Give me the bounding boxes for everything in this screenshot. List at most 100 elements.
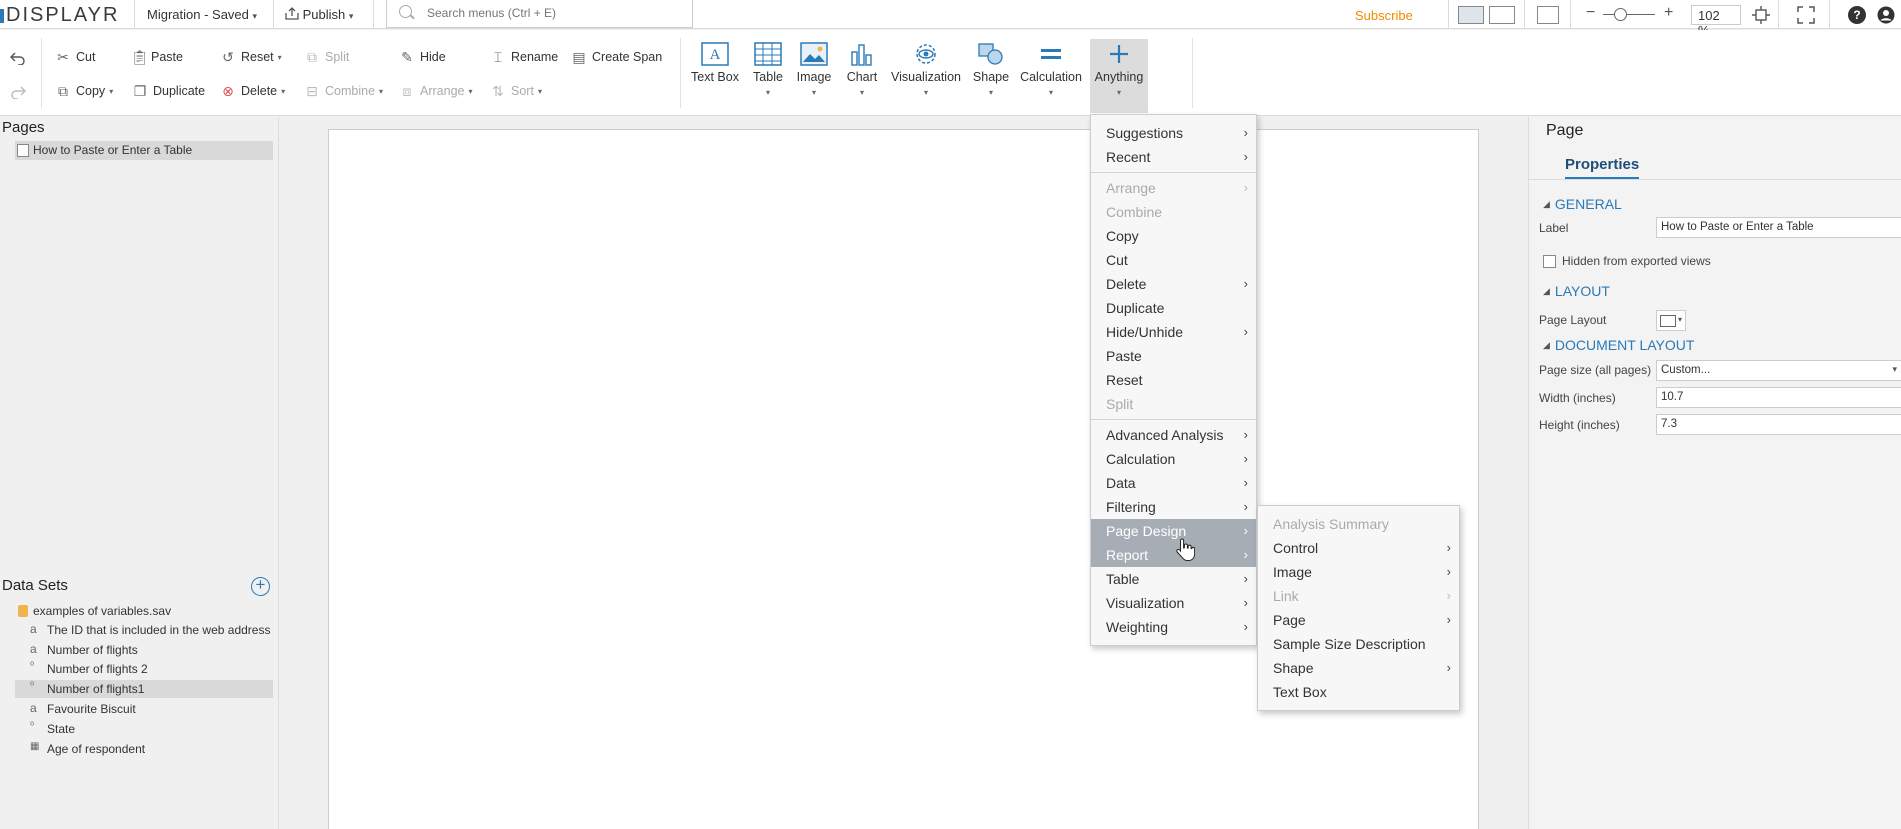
page-view-icon[interactable] <box>1489 6 1515 24</box>
chevron-down-icon: ▾ <box>468 86 473 96</box>
insert-visualization-button[interactable]: Visualization ▾ <box>887 42 965 108</box>
reset-button[interactable]: ↺ Reset ▾ <box>221 50 282 64</box>
subscribe-link[interactable]: Subscribe <box>1355 8 1413 23</box>
page-layout-picker[interactable]: ▾ <box>1656 310 1686 331</box>
rename-button[interactable]: ⌶ Rename <box>491 50 558 64</box>
menu-item-duplicate[interactable]: Duplicate <box>1091 296 1256 320</box>
menu-item-combine[interactable]: Combine <box>1091 200 1256 224</box>
insert-anything-button[interactable]: Anything ▾ <box>1090 39 1148 113</box>
undo-icon[interactable] <box>10 51 26 65</box>
combine-button[interactable]: ⊟ Combine ▾ <box>305 84 383 98</box>
fullscreen-icon[interactable] <box>1797 6 1815 24</box>
general-section-header[interactable]: GENERAL <box>1543 196 1622 212</box>
add-dataset-icon[interactable]: + <box>251 576 270 596</box>
menu-item-visualization[interactable]: Visualization › <box>1091 591 1256 615</box>
menu-item-table[interactable]: Table › <box>1091 567 1256 591</box>
chart-label: Chart <box>846 70 878 84</box>
menu-item-analysis-summary[interactable]: Analysis Summary <box>1258 512 1459 536</box>
zoom-out-icon[interactable]: − <box>1586 4 1595 22</box>
variable-row[interactable]: a Number of flights <box>15 641 273 659</box>
menu-item-data[interactable]: Data › <box>1091 471 1256 495</box>
variable-row[interactable]: ⁰ State <box>15 720 273 738</box>
document-status-dropdown[interactable]: Migration - Saved ▾ <box>147 7 257 22</box>
publish-button[interactable]: Publish ▾ <box>285 7 353 22</box>
menu-item-image[interactable]: Image › <box>1258 560 1459 584</box>
menu-item-suggestions[interactable]: Suggestions › <box>1091 121 1256 145</box>
menu-item-label: Sample Size Description <box>1273 636 1426 652</box>
dataset-file[interactable]: examples of variables.sav <box>15 602 273 620</box>
menu-item-advanced-analysis[interactable]: Advanced Analysis › <box>1091 423 1256 447</box>
menu-item-split[interactable]: Split <box>1091 392 1256 416</box>
menu-item-page-design[interactable]: Page Design › <box>1091 519 1256 543</box>
insert-shape-button[interactable]: Shape ▾ <box>961 42 1021 108</box>
menu-item-control[interactable]: Control › <box>1258 536 1459 560</box>
page-size-select[interactable]: Custom... ▾ <box>1656 360 1901 381</box>
menu-item-label: Hide/Unhide <box>1106 324 1184 340</box>
sort-button[interactable]: ⇅ Sort ▾ <box>491 84 542 98</box>
menu-item-delete[interactable]: Delete › <box>1091 272 1256 296</box>
copy-button[interactable]: ⧉ Copy ▾ <box>56 84 113 98</box>
zoom-value[interactable]: 102 % <box>1691 5 1741 38</box>
create-span-button[interactable]: ▤ Create Span <box>572 50 662 64</box>
menu-item-paste[interactable]: Paste <box>1091 344 1256 368</box>
logo-mark <box>0 9 4 23</box>
menu-item-cut[interactable]: Cut <box>1091 248 1256 272</box>
variable-row[interactable]: a The ID that is included in the web add… <box>15 621 273 639</box>
split-button[interactable]: ⧉ Split <box>305 50 349 64</box>
text-box-label: Text Box <box>691 70 739 84</box>
menu-item-copy[interactable]: Copy <box>1091 224 1256 248</box>
layout-section-header[interactable]: LAYOUT <box>1543 283 1610 299</box>
chevron-right-icon: › <box>1243 180 1248 195</box>
menu-item-filtering[interactable]: Filtering › <box>1091 495 1256 519</box>
variable-row-selected[interactable]: ⁰ Number of flights1 <box>15 680 273 698</box>
divider <box>134 0 135 29</box>
menu-item-shape[interactable]: Shape › <box>1258 656 1459 680</box>
variable-row[interactable]: ⁰ Number of flights 2 <box>15 660 273 678</box>
arrange-button[interactable]: ⧈ Arrange ▾ <box>400 84 473 98</box>
menu-item-sample-size-description[interactable]: Sample Size Description <box>1258 632 1459 656</box>
search-input[interactable] <box>427 6 677 20</box>
cut-button[interactable]: ✂ Cut <box>56 50 95 64</box>
page-canvas[interactable] <box>328 129 1479 829</box>
zoom-in-icon[interactable]: + <box>1664 4 1673 22</box>
insert-calculation-button[interactable]: Calculation ▾ <box>1016 42 1086 108</box>
chevron-down-icon: ▾ <box>109 86 114 96</box>
menu-item-link[interactable]: Link › <box>1258 584 1459 608</box>
zoom-slider-handle[interactable] <box>1614 8 1627 21</box>
insert-chart-button[interactable]: Chart ▾ <box>832 42 892 108</box>
menu-item-text-box[interactable]: Text Box <box>1258 680 1459 704</box>
full-page-icon[interactable] <box>1537 6 1559 24</box>
hide-button[interactable]: ✎ Hide <box>400 50 446 64</box>
menu-item-arrange[interactable]: Arrange › <box>1091 176 1256 200</box>
menu-separator <box>1091 172 1256 173</box>
menu-item-hide-unhide[interactable]: Hide/Unhide › <box>1091 320 1256 344</box>
chevron-right-icon: › <box>1243 499 1248 514</box>
menu-item-calculation[interactable]: Calculation › <box>1091 447 1256 471</box>
insert-text-box-button[interactable]: A Text Box <box>685 42 745 108</box>
page-item[interactable]: How to Paste or Enter a Table <box>15 141 273 160</box>
zoom-slider-track[interactable] <box>1603 14 1655 15</box>
menu-item-page[interactable]: Page › <box>1258 608 1459 632</box>
tab-properties[interactable]: Properties <box>1565 156 1640 180</box>
menu-item-report[interactable]: Report › <box>1091 543 1256 567</box>
menu-item-weighting[interactable]: Weighting › <box>1091 615 1256 639</box>
menu-item-reset[interactable]: Reset <box>1091 368 1256 392</box>
label-input[interactable]: How to Paste or Enter a Table <box>1656 217 1901 238</box>
hidden-from-export-checkbox[interactable]: Hidden from exported views <box>1543 254 1711 268</box>
height-input[interactable]: 7.3 <box>1656 414 1901 435</box>
split-view-icon[interactable] <box>1458 6 1484 24</box>
paste-button[interactable]: 📋︎ Paste <box>131 50 183 64</box>
delete-button[interactable]: ⊗ Delete ▾ <box>221 84 285 98</box>
document-layout-section-header[interactable]: DOCUMENT LAYOUT <box>1543 337 1695 353</box>
dataset-file-label: examples of variables.sav <box>33 604 172 618</box>
menu-item-recent[interactable]: Recent › <box>1091 145 1256 169</box>
variable-row[interactable]: ▦ Age of respondent <box>15 740 273 758</box>
fit-to-screen-icon[interactable] <box>1752 6 1770 24</box>
variable-row[interactable]: a Favourite Biscuit <box>15 700 273 718</box>
search-menus[interactable] <box>386 0 693 28</box>
width-input[interactable]: 10.7 <box>1656 387 1901 408</box>
help-icon[interactable]: ? <box>1848 6 1866 24</box>
user-icon[interactable] <box>1877 6 1895 24</box>
redo-icon[interactable] <box>10 85 26 99</box>
duplicate-button[interactable]: ❐ Duplicate <box>133 84 205 98</box>
